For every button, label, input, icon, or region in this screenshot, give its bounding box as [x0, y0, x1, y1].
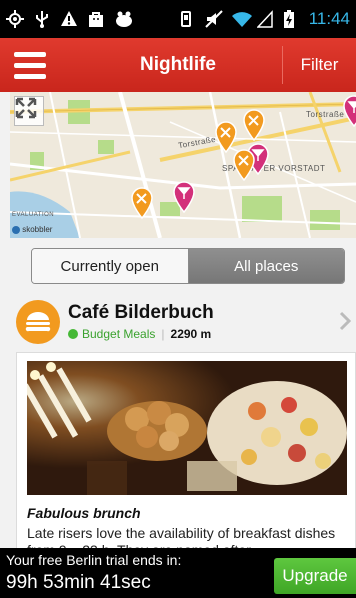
wifi-icon	[231, 10, 252, 28]
vibrate-icon	[179, 10, 197, 28]
signal-icon	[255, 10, 275, 28]
shopping-bag-icon	[87, 10, 105, 28]
status-bar: 11:44	[0, 0, 356, 38]
map-view[interactable]: Torstraße Torstraße SPANDAUER VORSTADT E…	[10, 92, 356, 238]
open-filter-toggle: Currently open All places	[31, 248, 345, 284]
bar-pin[interactable]	[173, 181, 195, 214]
venue-meta: Budget Meals | 2290 m	[68, 327, 211, 341]
venue-header[interactable]: Café Bilderbuch Budget Meals | 2290 m	[0, 296, 356, 348]
hamburger-icon	[14, 51, 46, 57]
map-pins	[131, 95, 356, 220]
trial-message: Your free Berlin trial ends in:	[6, 552, 182, 568]
filter-button[interactable]: Filter	[282, 46, 356, 84]
venue-photo	[27, 361, 347, 495]
restaurant-pin[interactable]	[215, 121, 237, 154]
venue-category: Budget Meals	[82, 327, 156, 341]
venue-name: Café Bilderbuch	[68, 302, 214, 323]
status-time: 11:44	[308, 9, 350, 28]
globe-icon	[12, 225, 20, 234]
mute-icon	[205, 10, 223, 28]
app-screen: 11:44 Nightlife Filter Torstraße Torstra…	[0, 0, 356, 598]
bug-icon	[114, 10, 132, 28]
restaurant-pin[interactable]	[243, 109, 265, 142]
usb-icon	[33, 10, 51, 28]
venue-distance: 2290 m	[170, 327, 212, 341]
trial-banner: Your free Berlin trial ends in: 99h 53mi…	[0, 548, 356, 598]
burger-icon	[16, 300, 60, 344]
open-status-dot	[68, 329, 78, 339]
chevron-right-icon[interactable]	[338, 310, 352, 337]
fullscreen-icon	[15, 97, 37, 119]
currently-open-tab[interactable]: Currently open	[32, 249, 189, 283]
app-bar: Nightlife Filter	[0, 38, 356, 92]
restaurant-pin[interactable]	[131, 187, 153, 220]
trial-countdown: 99h 53min 41sec	[6, 572, 151, 593]
all-places-tab[interactable]: All places	[188, 249, 344, 283]
map-provider-logo: skobbler	[12, 225, 52, 234]
expand-map-button[interactable]	[14, 96, 44, 126]
upgrade-button[interactable]: Upgrade	[274, 558, 356, 594]
gps-icon	[6, 10, 24, 28]
bar-pin[interactable]	[343, 95, 356, 128]
battery-charging-icon	[283, 10, 301, 28]
venue-headline: Fabulous brunch	[27, 505, 141, 521]
warning-icon	[60, 10, 78, 28]
restaurant-pin[interactable]	[233, 149, 255, 182]
menu-button[interactable]	[0, 38, 60, 92]
